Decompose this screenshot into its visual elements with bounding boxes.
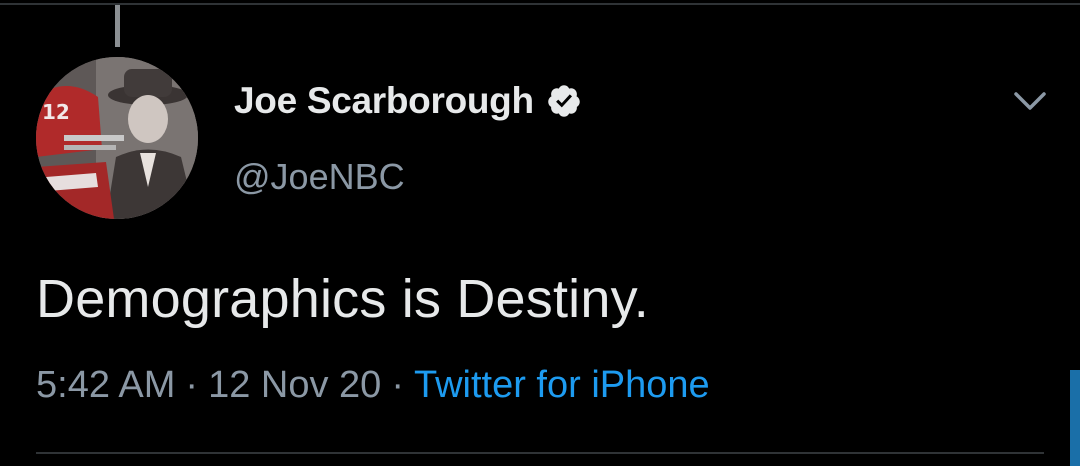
chevron-down-icon[interactable] [1010, 86, 1050, 116]
svg-text:12: 12 [42, 100, 70, 124]
tweet-date[interactable]: 12 Nov 20 [208, 364, 381, 406]
display-name[interactable]: Joe Scarborough [234, 80, 534, 122]
tweet-metadata: 5:42 AM · 12 Nov 20 · Twitter for iPhone [36, 364, 710, 407]
tweet-time[interactable]: 5:42 AM [36, 364, 175, 406]
avatar-image: 12 [36, 57, 198, 219]
tweet-text: Demographics is Destiny. [36, 269, 650, 329]
author-name-row[interactable]: Joe Scarborough [234, 78, 582, 124]
author-handle[interactable]: @JoeNBC [234, 156, 405, 198]
bottom-divider [36, 452, 1044, 454]
scrollbar[interactable] [1070, 370, 1080, 466]
tweet-source-link[interactable]: Twitter for iPhone [414, 364, 710, 406]
verified-badge-icon [548, 85, 580, 117]
top-divider [0, 3, 1080, 5]
meta-separator: · [185, 364, 199, 406]
avatar[interactable]: 12 [36, 57, 198, 219]
meta-separator: · [391, 364, 404, 406]
thread-connector-line [115, 5, 120, 47]
